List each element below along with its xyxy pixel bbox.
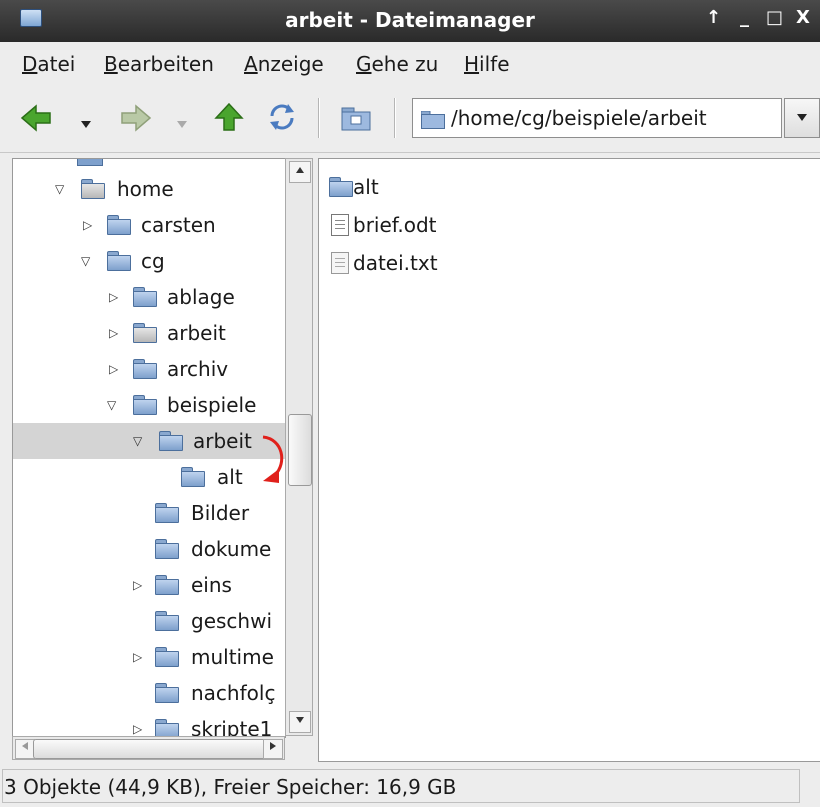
forward-button[interactable]: [120, 104, 152, 137]
folder-icon: [133, 323, 157, 343]
back-history-dropdown[interactable]: [80, 110, 92, 134]
folder-icon: [420, 110, 445, 134]
expander-open-icon: ▽: [55, 182, 65, 196]
file-item-brief-odt[interactable]: brief.odt: [329, 207, 529, 243]
chevron-down-icon: [797, 114, 807, 121]
scrollbar-thumb[interactable]: [33, 739, 267, 759]
window-title: arbeit - Dateimanager: [285, 8, 535, 32]
expander-closed-icon: ▷: [109, 362, 119, 376]
status-bar: 3 Objekte (44,9 KB), Freier Speicher: 16…: [0, 765, 820, 807]
tree-item-alt[interactable]: alt: [13, 459, 285, 495]
scroll-right-button[interactable]: [263, 739, 283, 759]
folder-icon: [155, 575, 179, 595]
folder-icon: [133, 395, 157, 415]
tree-horizontal-scrollbar[interactable]: [12, 736, 285, 760]
file-list[interactable]: alt brief.odt datei.txt: [318, 158, 820, 762]
toolbar-separator: [394, 98, 396, 138]
file-item-datei-txt[interactable]: datei.txt: [329, 245, 529, 281]
folder-icon: [133, 287, 157, 307]
folder-icon: [155, 611, 179, 631]
expander-open-icon: ▽: [81, 254, 91, 268]
tree-item-archiv[interactable]: ▷ archiv: [13, 351, 285, 387]
back-button[interactable]: [20, 104, 52, 137]
home-folder-button[interactable]: [340, 104, 372, 137]
move-up-button[interactable]: ↑: [706, 7, 721, 28]
scroll-up-button[interactable]: [289, 161, 311, 183]
home-folder-icon: [81, 179, 105, 199]
tree-item-beispiele[interactable]: ▽ beispiele: [13, 387, 285, 423]
folder-icon: [181, 467, 205, 487]
reload-button[interactable]: [266, 102, 298, 137]
scroll-down-button[interactable]: [289, 711, 311, 733]
expander-open-icon: ▽: [107, 398, 117, 412]
chevron-down-icon: [296, 717, 304, 723]
folder-icon: [155, 647, 179, 667]
tree-item-bilder[interactable]: Bilder: [13, 495, 285, 531]
forward-arrow-icon: [121, 104, 152, 132]
menu-anzeige[interactable]: Anzeige: [244, 52, 324, 76]
tree-item-arbeit-selected[interactable]: ▽ arbeit: [13, 423, 285, 459]
tree-item-ablage[interactable]: ▷ ablage: [13, 279, 285, 315]
maximize-button[interactable]: □: [766, 7, 783, 28]
location-dropdown-button[interactable]: [784, 98, 820, 138]
chevron-left-icon: [22, 742, 28, 750]
folder-tree[interactable]: ▽ home ▷ carsten ▽ cg ▷ ablage ▷ arbeit …: [12, 158, 286, 738]
folder-icon: [329, 177, 353, 197]
forward-history-dropdown[interactable]: [176, 110, 188, 134]
menu-bearbeiten[interactable]: Bearbeiten: [104, 52, 214, 76]
tree-item-multime[interactable]: ▷ multime: [13, 639, 285, 675]
folder-icon: [159, 431, 183, 451]
expander-closed-icon: ▷: [109, 290, 119, 304]
tree-item-geschwi[interactable]: geschwi: [13, 603, 285, 639]
folder-icon: [155, 503, 179, 523]
folder-icon: [155, 683, 179, 703]
expander-closed-icon: ▷: [133, 578, 143, 592]
folder-icon: [155, 539, 179, 559]
folder-icon: [107, 215, 131, 235]
status-text: 3 Objekte (44,9 KB), Freier Speicher: 16…: [4, 775, 457, 799]
back-arrow-icon: [20, 104, 51, 132]
menu-gehe-zu[interactable]: Gehe zu: [356, 52, 438, 76]
tree-item-skripte1[interactable]: ▷ skripte1: [13, 711, 285, 737]
home-folder-icon: [107, 251, 131, 271]
toolbar-separator: [318, 98, 320, 138]
reload-icon: [270, 104, 294, 130]
folder-icon: [77, 159, 103, 166]
expander-closed-icon: ▷: [133, 722, 143, 736]
annotation-arrow-icon: [262, 435, 284, 483]
text-file-icon: [331, 252, 349, 274]
tree-item-home[interactable]: ▽ home: [13, 171, 285, 207]
file-item-alt[interactable]: alt: [329, 169, 529, 205]
tree-item-arbeit[interactable]: ▷ arbeit: [13, 315, 285, 351]
expander-closed-icon: ▷: [83, 218, 93, 232]
document-icon: [331, 214, 349, 236]
close-button[interactable]: X: [796, 7, 810, 28]
location-bar[interactable]: /home/cg/beispiele/arbeit: [412, 98, 782, 138]
parent-folder-button[interactable]: [214, 102, 244, 137]
folder-icon: [133, 359, 157, 379]
menu-hilfe[interactable]: Hilfe: [464, 52, 510, 76]
home-folder-icon: [341, 107, 371, 131]
menu-datei[interactable]: Datei: [22, 52, 75, 76]
location-path: /home/cg/beispiele/arbeit: [451, 106, 707, 130]
tree-item-carsten[interactable]: ▷ carsten: [13, 207, 285, 243]
chevron-up-icon: [296, 167, 304, 173]
tree-item-nachfolg[interactable]: nachfolç: [13, 675, 285, 711]
menu-bar: Datei Bearbeiten Anzeige Gehe zu Hilfe: [0, 42, 820, 84]
chevron-down-icon: [81, 121, 91, 128]
expander-open-icon: ▽: [133, 434, 143, 448]
up-arrow-icon: [214, 102, 244, 131]
title-bar: arbeit - Dateimanager ↑ _ □ X: [0, 0, 820, 42]
scrollbar-thumb[interactable]: [288, 414, 312, 486]
expander-closed-icon: ▷: [133, 650, 143, 664]
tree-item-dokume[interactable]: dokume: [13, 531, 285, 567]
tree-vertical-scrollbar[interactable]: [285, 158, 313, 736]
chevron-right-icon: [270, 742, 276, 750]
minimize-button[interactable]: _: [740, 7, 749, 28]
chevron-down-icon: [177, 121, 187, 128]
expander-closed-icon: ▷: [109, 326, 119, 340]
scroll-left-button[interactable]: [15, 739, 35, 759]
tree-item-cg[interactable]: ▽ cg: [13, 243, 285, 279]
tree-item-eins[interactable]: ▷ eins: [13, 567, 285, 603]
